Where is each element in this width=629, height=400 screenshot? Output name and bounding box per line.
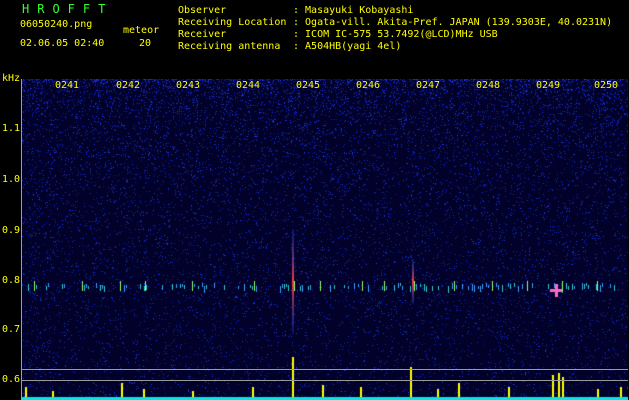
filename-label: 06050240.png xyxy=(20,19,93,30)
y-axis-unit: kHz xyxy=(2,73,21,84)
y-tick-label: 1.0 xyxy=(2,174,21,185)
observer-value: : Masayuki Kobayashi xyxy=(293,5,414,16)
y-tick-label: 0.6 xyxy=(2,374,21,385)
time-tick-label: 0244 xyxy=(236,80,261,91)
observer-label: Observer xyxy=(178,5,227,16)
time-tick-label: 0248 xyxy=(476,80,501,91)
spectrogram[interactable] xyxy=(22,79,628,400)
time-tick-label: 0243 xyxy=(176,80,201,91)
meteor-label: meteor xyxy=(123,25,160,36)
y-tick-label: 1.1 xyxy=(2,123,21,134)
reference-line xyxy=(22,380,628,381)
antenna-label: Receiving antenna xyxy=(178,41,281,52)
time-tick-label: 0246 xyxy=(356,80,381,91)
y-tick-label: 0.7 xyxy=(2,324,21,335)
reference-line xyxy=(22,369,628,370)
receiver-value: : ICOM IC-575 53.7492(@LCD)MHz USB xyxy=(293,29,498,40)
time-tick-label: 0250 xyxy=(594,80,619,91)
meteor-count: 20 xyxy=(139,38,152,49)
noise-field xyxy=(22,79,628,400)
location-value: : Ogata-vill. Akita-Pref. JAPAN (139.930… xyxy=(293,17,613,28)
datetime-label: 02.06.05 02:40 xyxy=(20,38,105,49)
location-label: Receiving Location xyxy=(178,17,287,28)
time-tick-label: 0247 xyxy=(416,80,441,91)
time-tick-label: 0242 xyxy=(116,80,141,91)
time-tick-label: 0249 xyxy=(536,80,561,91)
y-tick-label: 0.9 xyxy=(2,225,21,236)
app-title: HROFFT xyxy=(22,2,114,16)
receiver-label: Receiver xyxy=(178,29,227,40)
antenna-value: : A504HB(yagi 4el) xyxy=(293,41,402,52)
y-tick-label: 0.8 xyxy=(2,275,21,286)
time-tick-label: 0245 xyxy=(296,80,321,91)
time-tick-label: 0241 xyxy=(55,80,80,91)
